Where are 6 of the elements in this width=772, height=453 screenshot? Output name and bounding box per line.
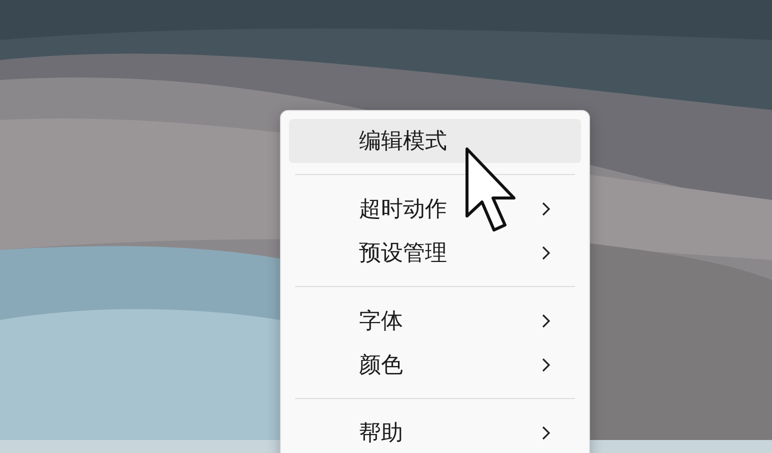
menu-item[interactable]: 字体 bbox=[289, 299, 581, 343]
menu-item[interactable]: 预设管理 bbox=[289, 231, 581, 275]
menu-item[interactable]: 超时动作 bbox=[289, 187, 581, 231]
menu-item[interactable]: 编辑模式 bbox=[289, 119, 581, 163]
menu-item[interactable]: 颜色 bbox=[289, 343, 581, 387]
menu-item[interactable]: 帮助 bbox=[289, 411, 581, 453]
